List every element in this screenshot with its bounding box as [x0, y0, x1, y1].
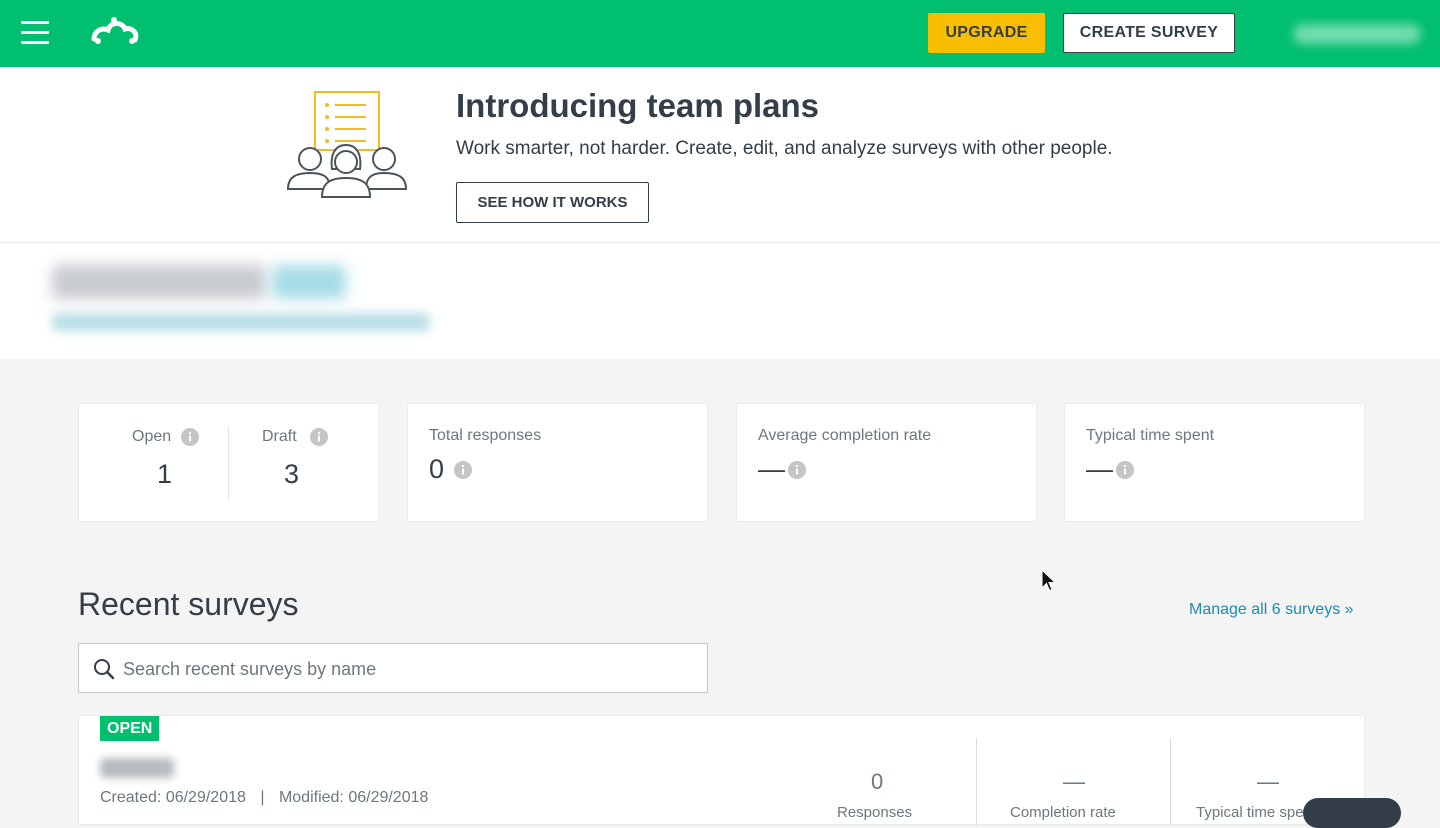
- team-plans-illustration: [286, 91, 408, 198]
- typical-time-metric-value: —: [1257, 769, 1279, 794]
- search-input[interactable]: [121, 644, 695, 694]
- completion-rate-label: Completion rate: [1010, 804, 1116, 821]
- create-survey-button[interactable]: CREATE SURVEY: [1063, 13, 1235, 53]
- modified-date: Modified: 06/29/2018: [278, 789, 429, 806]
- welcome-heading: [52, 265, 266, 299]
- draft-label: Draft: [262, 428, 297, 445]
- survey-dates: Created: 06/29/2018 | Modified: 06/29/20…: [100, 789, 428, 807]
- survey-search-box[interactable]: [78, 643, 708, 694]
- see-how-it-works-button[interactable]: SEE HOW IT WORKS: [456, 182, 649, 223]
- total-responses-value: 0: [429, 454, 445, 484]
- promo-title: Introducing team plans: [456, 87, 820, 124]
- card-divider: [228, 426, 229, 500]
- manage-all-surveys-link[interactable]: Manage all 6 surveys »: [1189, 601, 1354, 619]
- typical-time-value: —: [1086, 454, 1113, 484]
- info-icon[interactable]: [1116, 461, 1134, 479]
- account-menu[interactable]: [1293, 24, 1421, 44]
- info-icon[interactable]: [310, 428, 328, 446]
- search-icon: [94, 659, 115, 680]
- top-navigation-bar: UPGRADE CREATE SURVEY: [0, 0, 1440, 67]
- typical-time-card: Typical time spent —: [1064, 403, 1365, 522]
- team-plans-banner: Introducing team plans Work smarter, not…: [0, 67, 1440, 243]
- menu-icon[interactable]: [21, 21, 49, 45]
- average-completion-label: Average completion rate: [758, 427, 932, 444]
- account-link[interactable]: [52, 313, 430, 331]
- total-responses-card: Total responses 0: [407, 403, 708, 522]
- created-date: Created: 06/29/2018: [100, 789, 246, 806]
- responses-label: Responses: [837, 804, 913, 821]
- status-badge: OPEN: [100, 716, 160, 741]
- promo-description: Work smarter, not harder. Create, edit, …: [456, 138, 1113, 159]
- responses-value: 0: [871, 769, 884, 794]
- info-icon[interactable]: [788, 461, 806, 479]
- typical-time-label: Typical time spent: [1086, 427, 1215, 444]
- survey-title[interactable]: [100, 758, 174, 778]
- mouse-cursor-icon: [1041, 569, 1057, 592]
- help-chat-button[interactable]: [1303, 798, 1401, 828]
- typical-time-metric-label: Typical time spent: [1196, 804, 1317, 821]
- average-completion-card: Average completion rate —: [736, 403, 1037, 522]
- recent-surveys-heading: Recent surveys: [78, 586, 299, 622]
- survey-row[interactable]: OPEN Created: 06/29/2018 | Modified: 06/…: [78, 715, 1365, 826]
- info-icon[interactable]: [454, 461, 472, 479]
- date-separator: |: [260, 789, 265, 806]
- open-count: 1: [157, 459, 173, 489]
- metric-divider: [976, 738, 977, 826]
- total-responses-label: Total responses: [429, 427, 542, 444]
- info-icon[interactable]: [181, 428, 199, 446]
- welcome-username: [272, 265, 346, 299]
- upgrade-button[interactable]: UPGRADE: [928, 13, 1045, 53]
- completion-rate-value: —: [1063, 769, 1085, 794]
- draft-count: 3: [284, 459, 300, 489]
- open-draft-card: Open 1 Draft 3: [78, 403, 379, 522]
- average-completion-value: —: [758, 454, 785, 484]
- logo-icon[interactable]: [88, 13, 140, 49]
- welcome-section: [0, 243, 1440, 359]
- open-label: Open: [132, 428, 172, 445]
- metric-divider: [1170, 738, 1171, 826]
